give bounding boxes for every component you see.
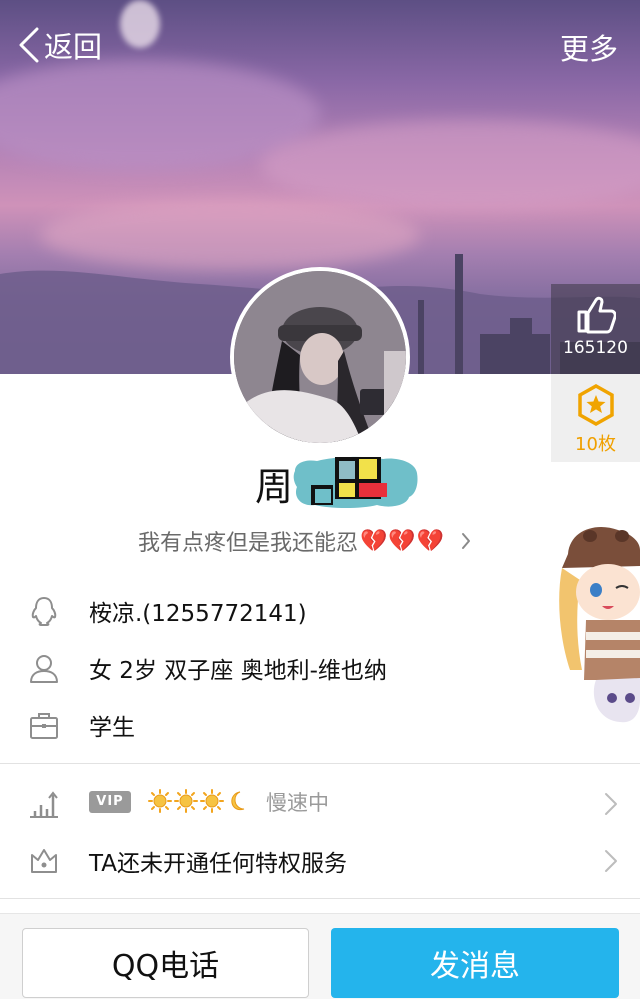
- briefcase-icon: [30, 713, 58, 739]
- avatar[interactable]: [230, 267, 410, 447]
- qq-level-row[interactable]: VIP 慢速中: [0, 774, 640, 832]
- signature-link[interactable]: 我有点疼但是我还能忍 💔💔💔: [138, 524, 471, 558]
- bottom-action-bar: QQ电话 发消息: [0, 913, 640, 999]
- sun-level-icon: [148, 789, 172, 813]
- profile-name-row: 周: [255, 455, 419, 511]
- penguin-icon: [31, 597, 57, 626]
- chevron-right-icon: [605, 850, 617, 872]
- qq-call-button[interactable]: QQ电话: [22, 928, 309, 998]
- section-divider: [0, 898, 640, 899]
- like-count: 165120: [563, 338, 628, 358]
- qq-info-row: 桉凉.(1255772141): [0, 583, 560, 639]
- name-sticker-icon: [293, 456, 418, 508]
- moon-level-icon: [231, 791, 245, 811]
- privilege-service-text: TA还未开通任何特权服务: [89, 851, 347, 877]
- cloud-decoration: [120, 0, 160, 48]
- speed-status-text: 慢速中: [266, 791, 329, 815]
- back-button[interactable]: 返回: [18, 24, 102, 66]
- personal-info-row: 女 2岁 双子座 奥地利-维也纳: [0, 640, 560, 696]
- profile-name: 周: [255, 464, 294, 509]
- signature-text: 我有点疼但是我还能忍: [138, 531, 359, 556]
- send-message-button[interactable]: 发消息: [331, 928, 619, 998]
- sun-level-icon: [174, 789, 198, 813]
- medal-icon: [577, 383, 614, 427]
- level-chart-icon: [30, 791, 58, 818]
- personal-details-text: 女 2岁 双子座 奥地利-维也纳: [89, 658, 387, 684]
- chevron-left-icon: [19, 27, 39, 63]
- like-button[interactable]: 165120: [551, 284, 640, 374]
- sun-level-icon: [200, 789, 224, 813]
- privilege-service-row[interactable]: TA还未开通任何特权服务: [0, 831, 640, 889]
- qq-id-text: 桉凉.(1255772141): [89, 601, 307, 627]
- chevron-right-icon: [462, 533, 471, 549]
- back-label: 返回: [44, 30, 103, 64]
- medal-button[interactable]: 10枚: [551, 374, 640, 462]
- thumbs-up-icon: [577, 296, 617, 334]
- level-icons: [148, 786, 248, 816]
- chevron-right-icon: [605, 793, 617, 815]
- cloud-decoration: [260, 120, 640, 210]
- cartoon-girl-sticker: [559, 527, 640, 723]
- occupation-row: 学生: [0, 697, 560, 753]
- crown-icon: [31, 849, 57, 873]
- medal-count: 10枚: [575, 434, 616, 455]
- more-button[interactable]: 更多: [560, 26, 618, 68]
- occupation-text: 学生: [89, 715, 135, 741]
- person-icon: [30, 655, 58, 683]
- section-divider: [0, 763, 640, 764]
- avatar-photo: [234, 271, 406, 443]
- vip-badge: VIP: [89, 791, 131, 813]
- broken-heart-icons: 💔💔💔: [360, 528, 446, 554]
